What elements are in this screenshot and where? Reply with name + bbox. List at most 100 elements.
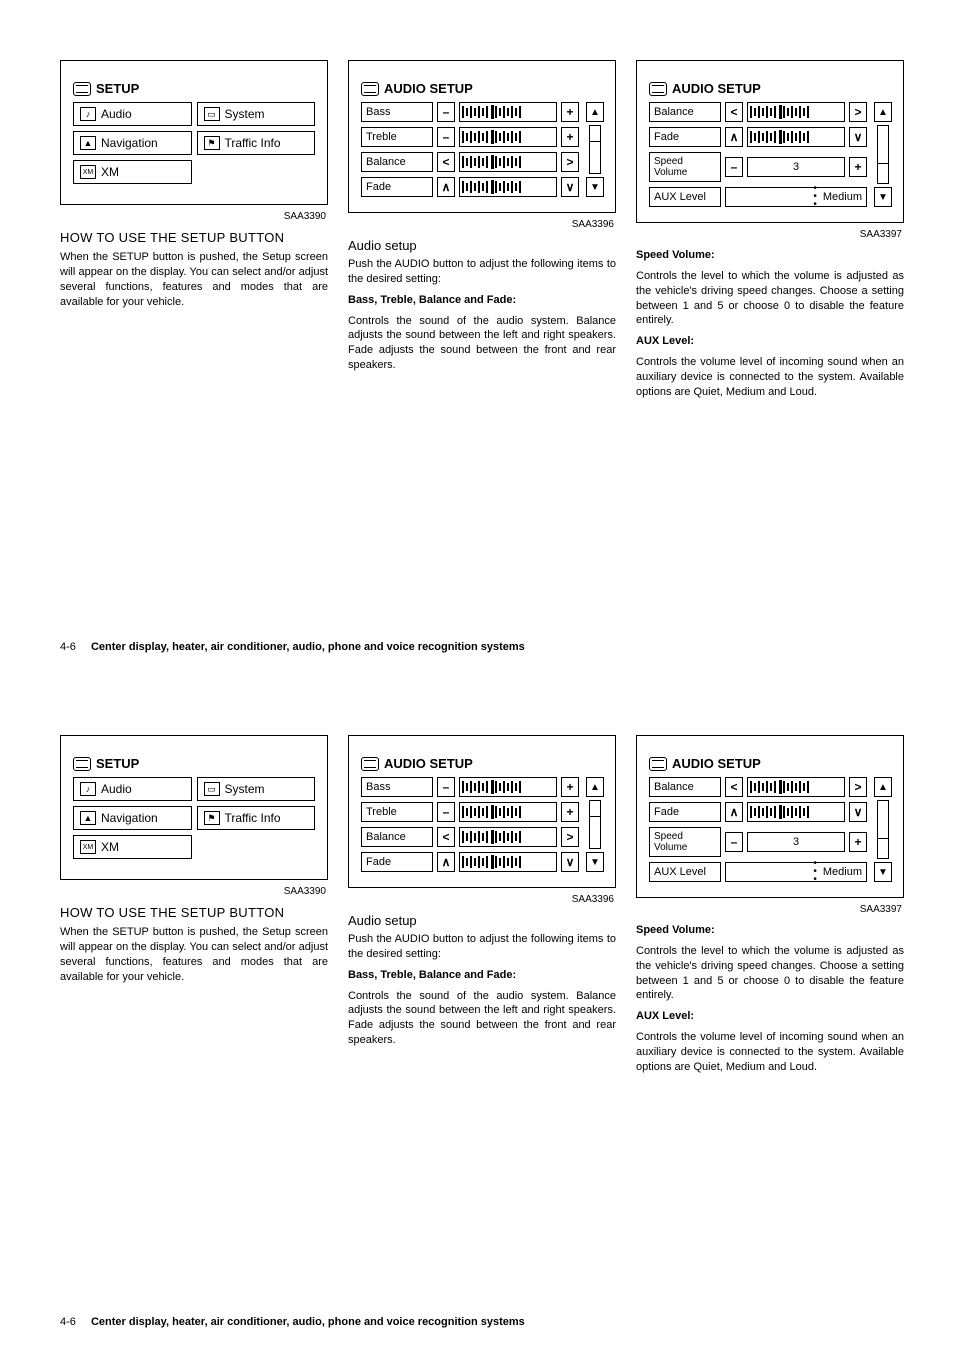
caption-1: SAA3390 [60,886,328,897]
speedvol-dec-button[interactable]: – [725,832,743,852]
fade2-inc-button[interactable]: ∨ [849,802,867,822]
fade-bar[interactable] [459,177,557,197]
fade-inc-button[interactable]: ∨ [561,177,579,197]
page-footer: 4-6 Center display, heater, air conditio… [60,641,525,653]
bass-inc-button[interactable]: + [561,102,579,122]
balance2-dec-button[interactable]: < [725,102,743,122]
speed-volume-value: 3 [747,157,845,177]
audio-setup-screen-1: AUDIO SETUP Bass – + Treble – + Balance [348,735,616,888]
row-aux-level: AUX Level ••• Medium [649,187,867,207]
bass-dec-button[interactable]: – [437,777,455,797]
xm-icon: XM [80,165,96,179]
aux-level-value[interactable]: ••• Medium [725,187,867,207]
scroll-up-icon[interactable]: ▲ [874,777,892,797]
scroll-track[interactable] [589,125,601,174]
audio-setup-screen-1: AUDIO SETUP Bass – + Treble – + Balance [348,60,616,213]
menu-navigation[interactable]: ▲ Navigation [73,131,192,155]
fade-dec-button[interactable]: ∧ [437,177,455,197]
setup-screen: SETUP ♪ Audio ▭ System ▲ Navigation ⚑ Tr… [60,60,328,205]
balance-bar[interactable] [459,827,557,847]
balance-dec-button[interactable]: < [437,152,455,172]
aux-level-value[interactable]: ••• Medium [725,862,867,882]
scrollbar[interactable]: ▲ ▼ [873,777,893,882]
traffic-icon: ⚑ [204,136,220,150]
setup-icon [361,82,379,96]
fade-inc-button[interactable]: ∨ [561,852,579,872]
note-icon: ♪ [80,782,96,796]
treble-dec-button[interactable]: – [437,802,455,822]
bass-inc-button[interactable]: + [561,777,579,797]
fade2-dec-button[interactable]: ∧ [725,802,743,822]
balance2-bar[interactable] [747,777,845,797]
speed-volume-value: 3 [747,832,845,852]
xm-icon: XM [80,840,96,854]
menu-audio[interactable]: ♪ Audio [73,777,192,801]
speedvol-dec-button[interactable]: – [725,157,743,177]
btbf-heading: Bass, Treble, Balance and Fade: [348,293,616,308]
scroll-down-icon[interactable]: ▼ [586,852,604,872]
page-footer: 4-6 Center display, heater, air conditio… [60,1316,525,1328]
audio-setup-title-2: AUDIO SETUP [672,81,761,96]
audio-setup-title-2: AUDIO SETUP [672,756,761,771]
setup-icon [649,757,667,771]
menu-xm[interactable]: XM XM [73,835,192,859]
scrollbar[interactable]: ▲ ▼ [585,777,605,872]
bass-dec-button[interactable]: – [437,102,455,122]
treble-inc-button[interactable]: + [561,127,579,147]
bass-bar[interactable] [459,777,557,797]
scroll-down-icon[interactable]: ▼ [874,187,892,207]
scrollbar[interactable]: ▲ ▼ [585,102,605,197]
scroll-track[interactable] [877,800,889,859]
menu-xm[interactable]: XM XM [73,160,192,184]
menu-traffic[interactable]: ⚑ Traffic Info [197,131,316,155]
menu-system[interactable]: ▭ System [197,102,316,126]
fade2-inc-button[interactable]: ∨ [849,127,867,147]
aux-level-heading: AUX Level: [636,1009,904,1024]
treble-dec-button[interactable]: – [437,127,455,147]
compass-icon: ▲ [80,811,96,825]
setup-icon [73,757,91,771]
setup-title: SETUP [96,81,139,96]
scroll-down-icon[interactable]: ▼ [586,177,604,197]
balance2-dec-button[interactable]: < [725,777,743,797]
balance-bar[interactable] [459,152,557,172]
setup-title: SETUP [96,756,139,771]
scroll-down-icon[interactable]: ▼ [874,862,892,882]
speedvol-inc-button[interactable]: + [849,832,867,852]
balance-inc-button[interactable]: > [561,827,579,847]
menu-traffic[interactable]: ⚑ Traffic Info [197,806,316,830]
row-speed-volume: Speed Volume – 3 + [649,152,867,182]
fade-dec-button[interactable]: ∧ [437,852,455,872]
menu-navigation[interactable]: ▲ Navigation [73,806,192,830]
speed-volume-heading: Speed Volume: [636,923,904,938]
menu-audio[interactable]: ♪ Audio [73,102,192,126]
speedvol-inc-button[interactable]: + [849,157,867,177]
menu-system[interactable]: ▭ System [197,777,316,801]
bass-bar[interactable] [459,102,557,122]
scroll-up-icon[interactable]: ▲ [874,102,892,122]
fade2-dec-button[interactable]: ∧ [725,127,743,147]
balance2-inc-button[interactable]: > [849,102,867,122]
scrollbar[interactable]: ▲ ▼ [873,102,893,207]
balance-inc-button[interactable]: > [561,152,579,172]
treble-bar[interactable] [459,802,557,822]
audio-setup-screen-2: AUDIO SETUP Balance < > Fade ∧ ∨ Speed V… [636,735,904,898]
treble-bar[interactable] [459,127,557,147]
setup-icon [361,757,379,771]
scroll-track[interactable] [589,800,601,849]
fade2-bar[interactable] [747,127,845,147]
how-to-body: When the SETUP button is pushed, the Set… [60,250,328,309]
fade-bar[interactable] [459,852,557,872]
setup-icon [73,82,91,96]
fade2-bar[interactable] [747,802,845,822]
balance-dec-button[interactable]: < [437,827,455,847]
monitor-icon: ▭ [204,782,220,796]
scroll-track[interactable] [877,125,889,184]
balance2-inc-button[interactable]: > [849,777,867,797]
treble-inc-button[interactable]: + [561,802,579,822]
scroll-up-icon[interactable]: ▲ [586,777,604,797]
scroll-up-icon[interactable]: ▲ [586,102,604,122]
row-bass: Bass – + [361,777,579,797]
note-icon: ♪ [80,107,96,121]
balance2-bar[interactable] [747,102,845,122]
